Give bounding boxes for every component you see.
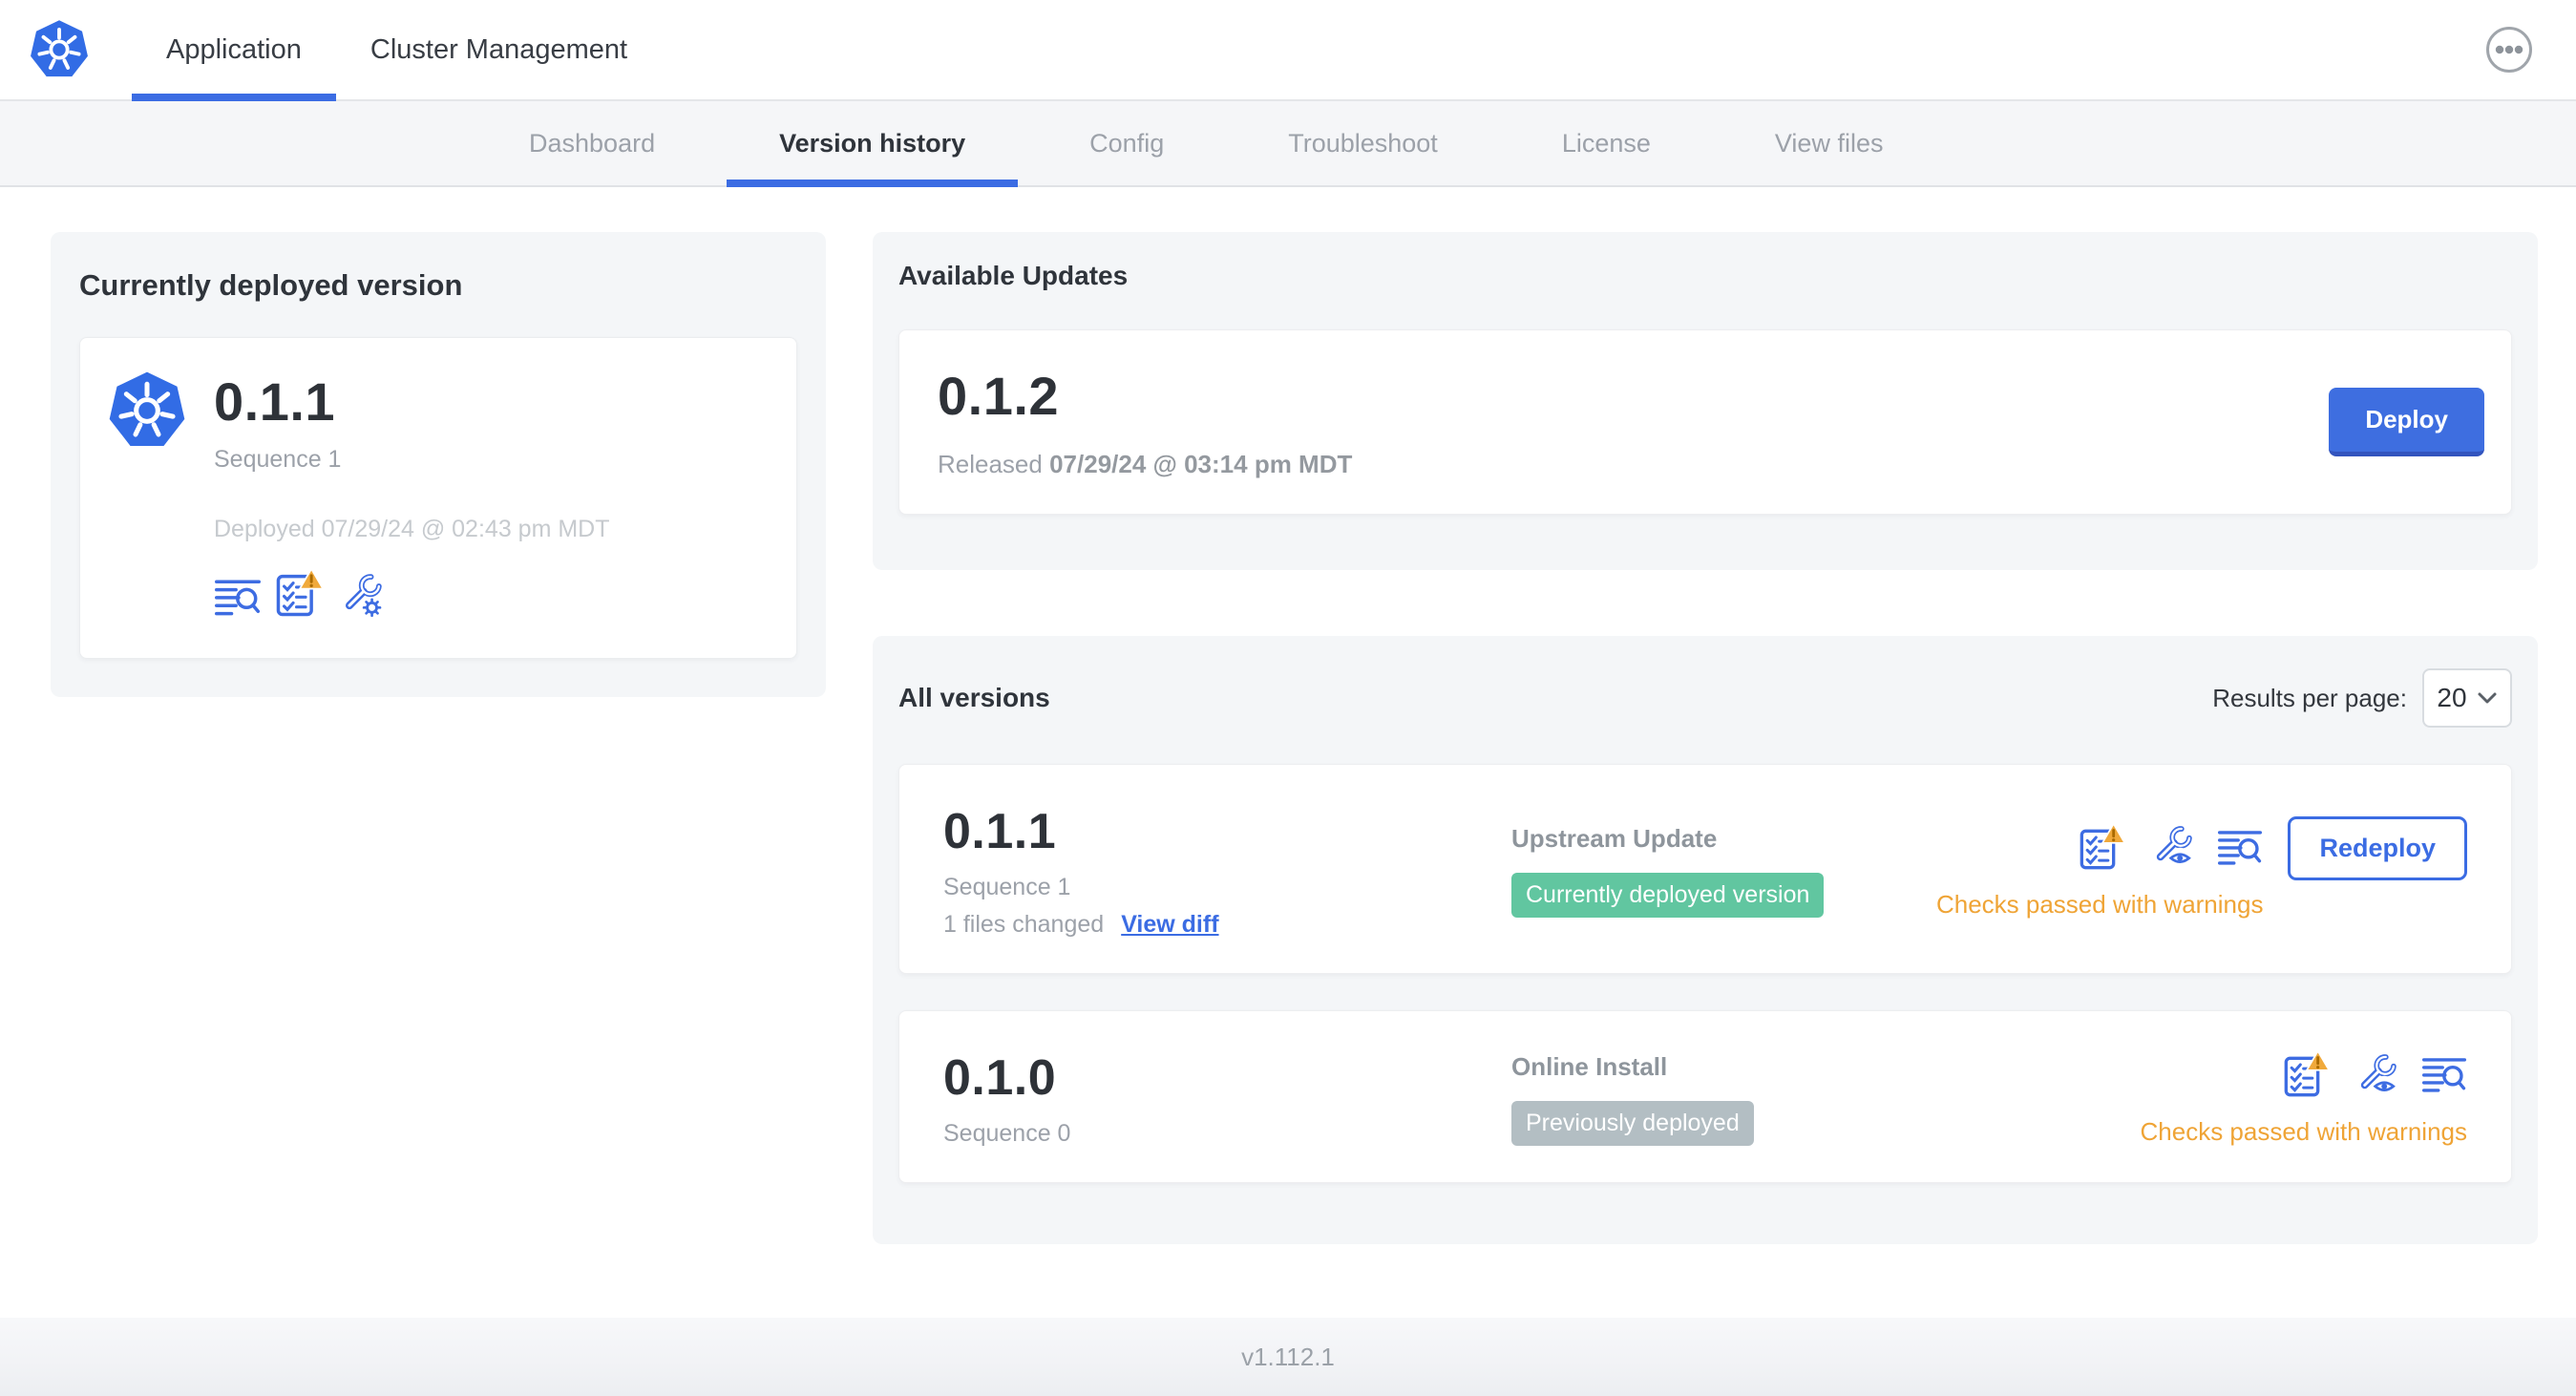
tab-application[interactable]: Application bbox=[132, 0, 336, 101]
view-diff-link[interactable]: View diff bbox=[1121, 911, 1218, 939]
results-per-page-label: Results per page: bbox=[2212, 683, 2407, 712]
checks-status-text[interactable]: Checks passed with warnings bbox=[1936, 890, 2264, 920]
tab-cluster-management[interactable]: Cluster Management bbox=[336, 0, 662, 99]
tab-dashboard[interactable]: Dashboard bbox=[476, 101, 707, 185]
row-source-label: Upstream Update bbox=[1511, 824, 1718, 853]
main-content: Currently deployed version 0.1.1 Sequenc… bbox=[0, 187, 2576, 1318]
update-row: 0.1.2 Released 07/29/24 @ 03:14 pm MDT D… bbox=[898, 329, 2512, 515]
tab-view-files[interactable]: View files bbox=[1722, 101, 1936, 185]
files-changed-label: 1 files changed bbox=[943, 911, 1105, 938]
redeploy-button[interactable]: Redeploy bbox=[2288, 815, 2467, 880]
tab-version-history-label: Version history bbox=[779, 128, 966, 158]
deploy-logs-icon[interactable] bbox=[2421, 1054, 2467, 1094]
view-config-wrench-eye-icon[interactable] bbox=[2354, 1052, 2398, 1097]
update-released-line: Released 07/29/24 @ 03:14 pm MDT bbox=[938, 450, 1352, 479]
ellipsis-menu-icon[interactable] bbox=[2484, 25, 2534, 74]
results-per-page-value: 20 bbox=[2437, 683, 2467, 712]
current-version-title: Currently deployed version bbox=[79, 268, 463, 302]
preflight-checks-warning-icon[interactable] bbox=[2283, 1050, 2331, 1098]
tab-dashboard-label: Dashboard bbox=[529, 128, 656, 158]
admin-console: Application Cluster Management Dashboard… bbox=[0, 0, 2576, 1396]
update-version-number: 0.1.2 bbox=[938, 366, 1060, 426]
top-nav: Application Cluster Management bbox=[132, 0, 662, 101]
released-label: Released bbox=[938, 450, 1043, 478]
deploy-logs-icon[interactable] bbox=[214, 576, 262, 618]
current-version-sequence: Sequence 1 bbox=[214, 446, 342, 473]
row-sequence: Sequence 0 bbox=[943, 1120, 1071, 1147]
footer: v1.112.1 bbox=[0, 1318, 2576, 1396]
all-versions-title: All versions bbox=[898, 683, 1050, 712]
all-versions-card: All versions Results per page: 20 0.1.1 … bbox=[873, 636, 2538, 1244]
released-date: 07/29/24 @ 03:14 pm MDT bbox=[1049, 450, 1353, 478]
preflight-checks-warning-icon[interactable] bbox=[2079, 823, 2126, 871]
deploy-logs-icon[interactable] bbox=[2217, 827, 2263, 867]
results-per-page: Results per page: 20 bbox=[2212, 668, 2512, 728]
deploy-button[interactable]: Deploy bbox=[2329, 388, 2484, 456]
row-source-label: Online Install bbox=[1511, 1051, 1668, 1081]
tab-troubleshoot[interactable]: Troubleshoot bbox=[1235, 101, 1490, 185]
view-config-wrench-eye-icon[interactable] bbox=[2149, 824, 2194, 869]
console-version: v1.112.1 bbox=[1241, 1342, 1335, 1371]
version-row-0-1-1: 0.1.1 Sequence 1 1 files changed View di… bbox=[898, 764, 2512, 974]
current-version-panel: 0.1.1 Sequence 1 Deployed 07/29/24 @ 02:… bbox=[79, 337, 797, 659]
preflight-checks-warning-icon[interactable] bbox=[275, 568, 325, 618]
tab-application-label: Application bbox=[166, 33, 302, 65]
row-version-number: 0.1.0 bbox=[943, 1050, 1057, 1106]
tab-view-files-label: View files bbox=[1774, 128, 1884, 158]
chevron-down-icon bbox=[2477, 691, 2498, 705]
topbar: Application Cluster Management bbox=[0, 0, 2576, 101]
app-icon bbox=[107, 370, 187, 618]
tab-troubleshoot-label: Troubleshoot bbox=[1288, 128, 1438, 158]
available-updates-title: Available Updates bbox=[898, 261, 1129, 290]
current-version-number: 0.1.1 bbox=[214, 371, 336, 432]
app-subnav: Dashboard Version history Config Trouble… bbox=[0, 101, 2576, 187]
version-row-0-1-0: 0.1.0 Sequence 0 Online Install Previous… bbox=[898, 1010, 2512, 1183]
results-per-page-select[interactable]: 20 bbox=[2422, 668, 2512, 728]
available-updates-card: Available Updates 0.1.2 Released 07/29/2… bbox=[873, 232, 2538, 570]
currently-deployed-badge: Currently deployed version bbox=[1511, 873, 1825, 918]
right-column: Available Updates 0.1.2 Released 07/29/2… bbox=[873, 232, 2538, 1244]
tab-config[interactable]: Config bbox=[1037, 101, 1216, 185]
tab-license-label: License bbox=[1561, 128, 1651, 158]
previously-deployed-badge: Previously deployed bbox=[1511, 1100, 1754, 1146]
edit-config-wrench-gear-icon[interactable] bbox=[338, 572, 384, 618]
tab-config-label: Config bbox=[1089, 128, 1165, 158]
current-version-card: Currently deployed version 0.1.1 Sequenc… bbox=[51, 232, 826, 697]
row-sequence: Sequence 1 bbox=[943, 874, 1071, 900]
kubernetes-logo-icon bbox=[29, 0, 90, 99]
tab-version-history[interactable]: Version history bbox=[727, 101, 1019, 187]
tab-license[interactable]: License bbox=[1510, 101, 1703, 185]
current-version-deployed-date: Deployed 07/29/24 @ 02:43 pm MDT bbox=[214, 516, 610, 542]
tab-cluster-management-label: Cluster Management bbox=[370, 33, 628, 65]
checks-status-text[interactable]: Checks passed with warnings bbox=[2141, 1117, 2468, 1147]
row-version-number: 0.1.1 bbox=[943, 804, 1057, 859]
